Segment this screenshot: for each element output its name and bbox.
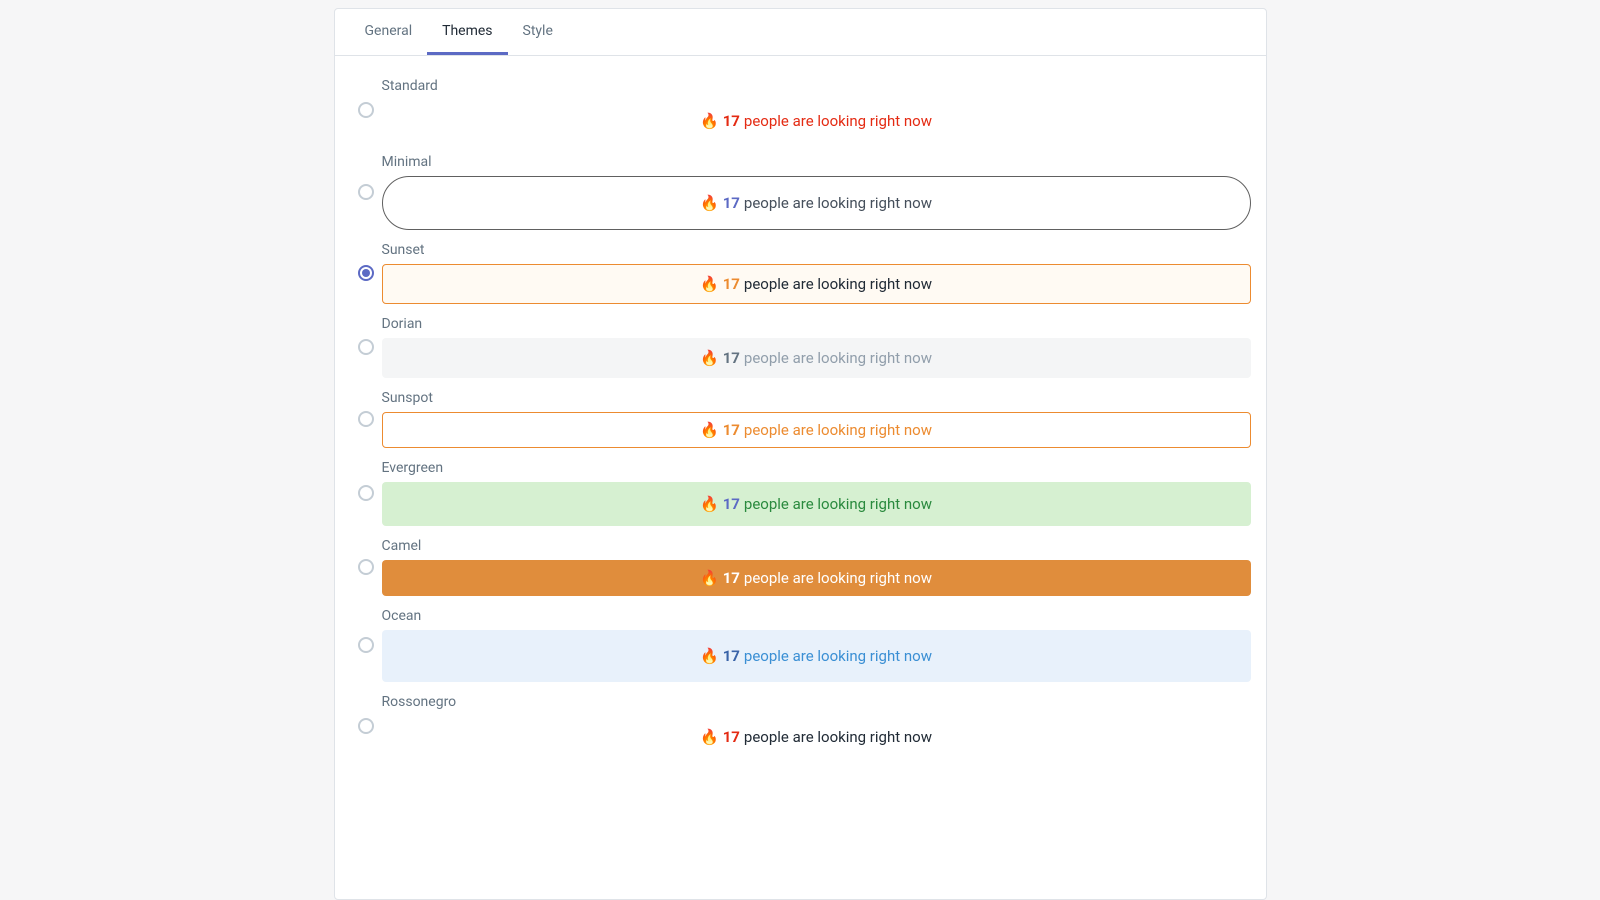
preview-text: people are looking right now — [744, 349, 932, 367]
theme-label-camel: Camel — [382, 538, 1251, 554]
theme-row-ocean: Ocean 🔥 17 people are looking right now — [350, 608, 1251, 682]
preview-count: 17 — [723, 112, 740, 130]
preview-text: people are looking right now — [744, 647, 932, 665]
preview-text: people are looking right now — [744, 728, 932, 746]
theme-row-dorian: Dorian 🔥 17 people are looking right now — [350, 316, 1251, 378]
radio-rossonegro[interactable] — [358, 718, 374, 734]
fire-icon: 🔥 — [700, 349, 719, 367]
theme-label-standard: Standard — [382, 78, 1251, 94]
tab-general[interactable]: General — [350, 9, 428, 55]
fire-icon: 🔥 — [700, 569, 719, 587]
theme-label-sunset: Sunset — [382, 242, 1251, 258]
theme-row-rossonegro: Rossonegro 🔥 17 people are looking right… — [350, 694, 1251, 758]
preview-text: people are looking right now — [744, 569, 932, 587]
preview-text: people are looking right now — [744, 495, 932, 513]
radio-evergreen[interactable] — [358, 485, 374, 501]
preview-text: people are looking right now — [744, 275, 932, 293]
preview-count: 17 — [723, 275, 740, 293]
tab-style[interactable]: Style — [508, 9, 568, 55]
theme-preview-minimal: 🔥 17 people are looking right now — [382, 176, 1251, 230]
tab-themes[interactable]: Themes — [427, 9, 507, 55]
fire-icon: 🔥 — [700, 421, 719, 439]
theme-label-dorian: Dorian — [382, 316, 1251, 332]
theme-preview-evergreen: 🔥 17 people are looking right now — [382, 482, 1251, 526]
theme-row-standard: Standard 🔥 17 people are looking right n… — [350, 78, 1251, 142]
radio-standard[interactable] — [358, 102, 374, 118]
radio-ocean[interactable] — [358, 637, 374, 653]
theme-label-minimal: Minimal — [382, 154, 1251, 170]
preview-text: people are looking right now — [744, 421, 932, 439]
fire-icon: 🔥 — [700, 647, 719, 665]
tabs-bar: General Themes Style — [335, 9, 1266, 56]
theme-label-ocean: Ocean — [382, 608, 1251, 624]
preview-count: 17 — [723, 569, 740, 587]
theme-row-minimal: Minimal 🔥 17 people are looking right no… — [350, 154, 1251, 230]
fire-icon: 🔥 — [700, 112, 719, 130]
preview-count: 17 — [723, 421, 740, 439]
theme-label-evergreen: Evergreen — [382, 460, 1251, 476]
theme-row-sunspot: Sunspot 🔥 17 people are looking right no… — [350, 390, 1251, 448]
theme-row-evergreen: Evergreen 🔥 17 people are looking right … — [350, 460, 1251, 526]
theme-preview-sunspot: 🔥 17 people are looking right now — [382, 412, 1251, 448]
preview-text: people are looking right now — [744, 194, 932, 212]
preview-count: 17 — [723, 647, 740, 665]
themes-list: Standard 🔥 17 people are looking right n… — [335, 56, 1266, 780]
theme-preview-ocean: 🔥 17 people are looking right now — [382, 630, 1251, 682]
fire-icon: 🔥 — [700, 194, 719, 212]
theme-row-camel: Camel 🔥 17 people are looking right now — [350, 538, 1251, 596]
fire-icon: 🔥 — [700, 728, 719, 746]
radio-minimal[interactable] — [358, 184, 374, 200]
preview-count: 17 — [723, 194, 740, 212]
theme-preview-camel: 🔥 17 people are looking right now — [382, 560, 1251, 596]
settings-card: General Themes Style Standard 🔥 17 peopl… — [334, 8, 1267, 900]
radio-camel[interactable] — [358, 559, 374, 575]
radio-sunspot[interactable] — [358, 411, 374, 427]
theme-preview-rossonegro: 🔥 17 people are looking right now — [382, 716, 1251, 758]
fire-icon: 🔥 — [700, 495, 719, 513]
theme-preview-dorian: 🔥 17 people are looking right now — [382, 338, 1251, 378]
theme-label-sunspot: Sunspot — [382, 390, 1251, 406]
preview-text: people are looking right now — [744, 112, 932, 130]
theme-preview-standard: 🔥 17 people are looking right now — [382, 100, 1251, 142]
theme-label-rossonegro: Rossonegro — [382, 694, 1251, 710]
preview-count: 17 — [723, 495, 740, 513]
theme-row-sunset: Sunset 🔥 17 people are looking right now — [350, 242, 1251, 304]
fire-icon: 🔥 — [700, 275, 719, 293]
radio-sunset[interactable] — [358, 265, 374, 281]
theme-preview-sunset: 🔥 17 people are looking right now — [382, 264, 1251, 304]
preview-count: 17 — [723, 349, 740, 367]
preview-count: 17 — [723, 728, 740, 746]
radio-dorian[interactable] — [358, 339, 374, 355]
